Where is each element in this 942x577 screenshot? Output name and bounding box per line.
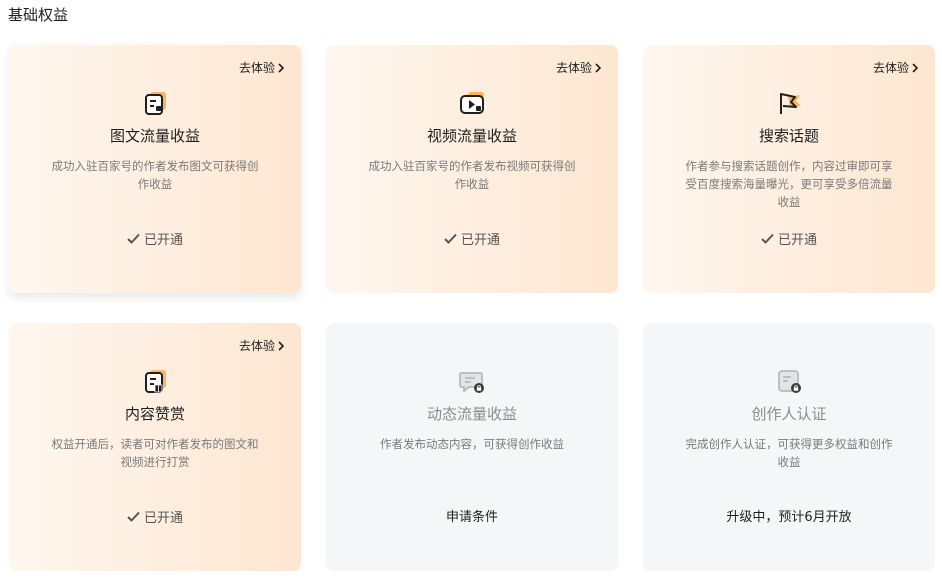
article-doc-icon (145, 92, 166, 115)
check-icon (127, 511, 140, 522)
card-content-reward[interactable]: 去体验 内容赞赏 权益开通后，读者可对作者发布的图文和视频进行打赏 已开通 (9, 323, 301, 571)
try-button[interactable]: 去体验 (873, 59, 919, 76)
card-description: 完成创作人认证，可获得更多权益和创作收益 (685, 437, 893, 469)
apply-conditions-link[interactable]: 申请条件 (326, 506, 618, 525)
card-description: 成功入驻百家号的作者发布视频可获得创作收益 (368, 159, 576, 191)
reward-doc-icon (145, 370, 166, 393)
check-icon (127, 233, 140, 244)
check-icon (444, 233, 457, 244)
chevron-right-icon (595, 62, 602, 73)
card-description: 作者发布动态内容，可获得创作收益 (380, 437, 564, 451)
card-article-revenue[interactable]: 去体验 图文流量收益 成功入驻百家号的作者发布图文可获得创作收益 已开通 (9, 45, 301, 293)
status-enabled: 已开通 (9, 229, 301, 248)
try-button[interactable]: 去体验 (239, 59, 285, 76)
card-title: 创作人认证 (751, 405, 827, 423)
card-description: 成功入驻百家号的作者发布图文可获得创作收益 (51, 159, 259, 191)
status-enabled: 已开通 (9, 507, 301, 526)
try-button[interactable]: 去体验 (239, 337, 285, 354)
chevron-right-icon (912, 62, 919, 73)
locked-chat-icon (459, 372, 484, 393)
card-video-revenue[interactable]: 去体验 视频流量收益 成功入驻百家号的作者发布视频可获得创作收益 已开通 (326, 45, 618, 293)
locked-cert-icon (778, 370, 801, 393)
chevron-right-icon (278, 340, 285, 351)
check-icon (761, 233, 774, 244)
card-title: 图文流量收益 (109, 127, 200, 145)
card-title: 动态流量收益 (426, 405, 517, 423)
try-button[interactable]: 去体验 (556, 59, 602, 76)
status-enabled: 已开通 (643, 229, 935, 248)
flag-icon (780, 93, 801, 114)
card-title: 内容赞赏 (124, 405, 185, 423)
card-title: 视频流量收益 (426, 127, 517, 145)
card-dynamic-revenue: 动态流量收益 作者发布动态内容，可获得创作收益 申请条件 (326, 323, 618, 571)
card-description: 作者参与搜索话题创作，内容过审即可享受百度搜索海量曝光，更可享受多倍流量收益 (685, 159, 893, 209)
card-creator-certification: 创作人认证 完成创作人认证，可获得更多权益和创作收益 升级中，预计6月开放 (643, 323, 935, 571)
status-enabled: 已开通 (326, 229, 618, 248)
chevron-right-icon (278, 62, 285, 73)
card-title: 搜索话题 (758, 127, 819, 145)
card-description: 权益开通后，读者可对作者发布的图文和视频进行打赏 (51, 437, 259, 469)
video-play-icon (460, 92, 484, 114)
card-search-topic[interactable]: 去体验 搜索话题 作者参与搜索话题创作，内容过审即可享受百度搜索海量曝光，更可享… (643, 45, 935, 293)
section-title: 基础权益 (8, 6, 69, 24)
upgrade-status-text: 升级中，预计6月开放 (726, 510, 852, 525)
